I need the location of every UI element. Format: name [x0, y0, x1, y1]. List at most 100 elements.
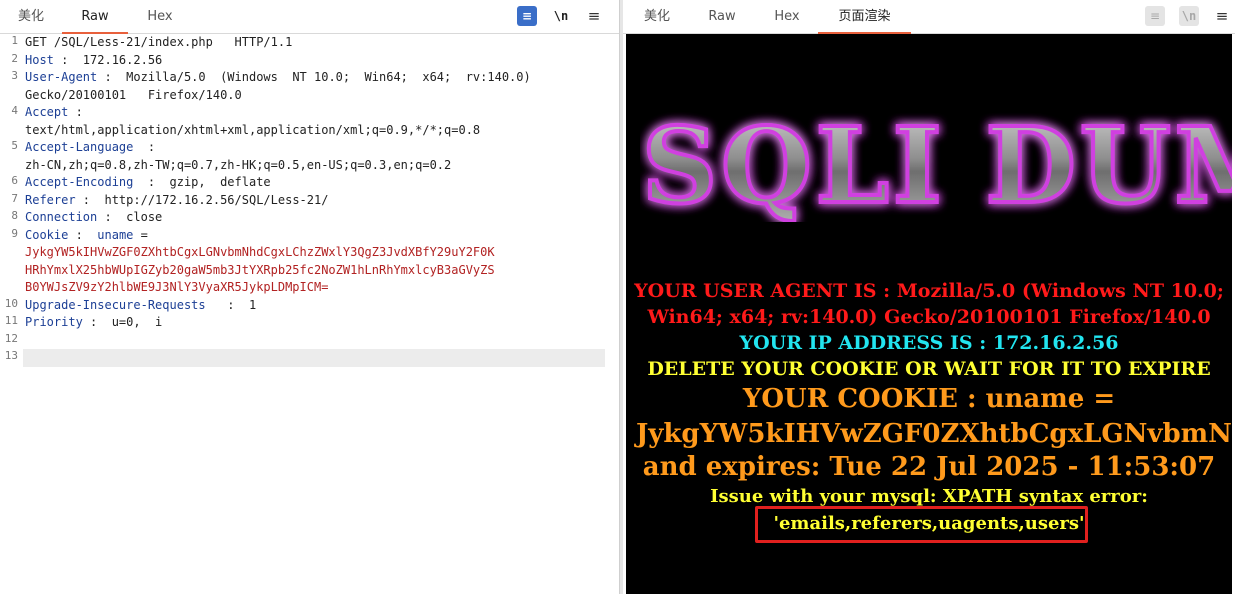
tab-hex[interactable]: Hex: [136, 0, 184, 33]
header-name: User-Agent: [25, 70, 98, 84]
request-line: 8 Connection : close: [0, 209, 619, 227]
request-line: 13: [0, 349, 619, 367]
line-number: 7: [11, 191, 18, 205]
user-agent-line-1: YOUR USER AGENT IS : Mozilla/5.0 (Window…: [634, 280, 1224, 302]
line-text: Priority : u=0, i: [25, 314, 619, 332]
line-number: 9: [11, 226, 18, 240]
header-value: : 1: [205, 297, 257, 312]
request-line: 2 Host : 172.16.2.56: [0, 52, 619, 70]
request-tab-bar: 美化 Raw Hex ≡ \n ≡: [0, 0, 619, 34]
tab-render[interactable]: 页面渲染: [818, 0, 911, 34]
user-agent-line-2: Win64; x64; rv:140.0) Gecko/20100101 Fir…: [647, 306, 1211, 328]
line-number: 5: [11, 139, 18, 152]
line-text: Cookie : uname =: [25, 227, 619, 245]
line-number: 10: [4, 296, 18, 310]
line-number: 6: [11, 174, 18, 187]
line-text: Connection : close: [25, 209, 619, 227]
request-line: 5 Accept-Language :: [0, 139, 619, 157]
header-value: GET /SQL/Less-21/index.php HTTP/1.1: [25, 35, 293, 49]
request-line: 3 User-Agent : Mozilla/5.0 (Windows NT 10…: [0, 69, 619, 87]
header-name: Connection: [25, 210, 98, 224]
tab-raw[interactable]: Raw: [700, 0, 744, 33]
request-pane: 美化 Raw Hex ≡ \n ≡ 1 GET /SQL/Less-21/inde…: [0, 0, 619, 594]
ip-address-line: YOUR IP ADDRESS IS : 172.16.2.56: [739, 332, 1119, 354]
header-value: : 172.16.2.56: [53, 52, 163, 67]
line-number: 11: [4, 314, 18, 327]
sqli-banner-image: SQLI DUMB SERIES: [640, 102, 1232, 222]
line-number: 2: [11, 51, 18, 65]
line-text: Accept :: [25, 104, 619, 122]
header-name: Accept-Encoding: [25, 175, 134, 189]
cookie-equals: =: [133, 227, 148, 242]
response-pane: 美化 Raw Hex 页面渲染 ≡ \n ≡ SQLI DUMB SERIES: [623, 0, 1235, 594]
highlight-box: [755, 506, 1088, 543]
line-text: Accept-Language :: [25, 139, 619, 157]
cookie-line: YOUR COOKIE : uname =: [742, 384, 1116, 414]
rendered-page: SQLI DUMB SERIES YOUR USER AGENT IS : Mo…: [626, 34, 1232, 594]
line-text: B0YWJsZV9zY2hlbWE9J3NlY3VyaXR5JykpLDMpIC…: [25, 279, 619, 297]
tab-hex[interactable]: Hex: [765, 0, 809, 33]
cookie-value-text: B0YWJsZV9zY2hlbWE9J3NlY3VyaXR5JykpLDMpIC…: [25, 280, 329, 294]
menu-icon[interactable]: ≡: [1212, 6, 1232, 26]
header-name: Host: [25, 52, 54, 67]
cookie-value: JykgYW5kIHVwZGF0ZXhtbCgxLGNvbmNhdCgxLChz…: [636, 419, 1232, 449]
request-line: JykgYW5kIHVwZGF0ZXhtbCgxLGNvbmNhdCgxLChz…: [0, 244, 619, 262]
tab-pretty[interactable]: 美化: [635, 0, 679, 33]
request-line: Gecko/20100101 Firefox/140.0: [0, 87, 619, 105]
raw-request-editor[interactable]: 1 GET /SQL/Less-21/index.php HTTP/1.1 2 Hos…: [0, 34, 619, 594]
line-number: 8: [11, 209, 18, 222]
tab-pretty[interactable]: 美化: [8, 0, 54, 33]
request-line: HRhYmxlX25hbWUpIGZyb20gaW5mb3JtYXRpb25fc…: [0, 262, 619, 280]
line-text: Accept-Encoding : gzip, deflate: [25, 174, 619, 192]
request-line: 4 Accept :: [0, 104, 619, 122]
delete-cookie-notice: DELETE YOUR COOKIE OR WAIT FOR IT TO EXP…: [647, 358, 1211, 380]
request-line: 12: [0, 332, 619, 350]
line-number: 1: [11, 34, 18, 47]
line-number: 3: [11, 69, 18, 82]
line-text: Upgrade-Insecure-Requests : 1: [25, 297, 619, 315]
request-line: 7 Referer : http://172.16.2.56/SQL/Less-2…: [0, 192, 619, 210]
word-wrap-icon[interactable]: ≡: [517, 6, 537, 26]
request-line: 9 Cookie : uname =: [0, 227, 619, 245]
header-name: Accept: [25, 105, 69, 119]
banner-text: SQLI DUMB SERIES: [642, 104, 1232, 222]
line-text: HRhYmxlX25hbWUpIGZyb20gaW5mb3JtYXRpb25fc…: [25, 262, 619, 280]
tab-raw[interactable]: Raw: [62, 0, 128, 34]
cookie-value-text: JykgYW5kIHVwZGF0ZXhtbCgxLGNvbmNhdCgxLChz…: [25, 245, 495, 259]
header-name: Priority: [25, 315, 83, 329]
header-value: : Mozilla/5.0 (Windows NT 10.0; Win64; x…: [97, 70, 531, 84]
expires-line: and expires: Tue 22 Jul 2025 - 11:53:07: [642, 452, 1216, 482]
line-number: 4: [11, 104, 18, 117]
line-text: GET /SQL/Less-21/index.php HTTP/1.1: [25, 34, 619, 52]
show-newlines-icon[interactable]: \n: [551, 6, 571, 26]
menu-icon[interactable]: ≡: [584, 6, 604, 26]
line-text: Host : 172.16.2.56: [25, 52, 619, 70]
header-value: zh-CN,zh;q=0.8,zh-TW;q=0.7,zh-HK;q=0.5,e…: [25, 157, 452, 172]
line-text: Referer : http://172.16.2.56/SQL/Less-21…: [25, 192, 619, 210]
line-number: 13: [4, 349, 18, 362]
request-line: text/html,application/xhtml+xml,applicat…: [0, 122, 619, 140]
header-value: :: [133, 140, 156, 154]
header-value: :: [68, 105, 83, 119]
header-value: : u=0, i: [82, 315, 163, 329]
line-text: [25, 332, 619, 350]
cookie-value-text: HRhYmxlX25hbWUpIGZyb20gaW5mb3JtYXRpb25fc…: [25, 262, 495, 277]
request-line: zh-CN,zh;q=0.8,zh-TW;q=0.7,zh-HK;q=0.5,e…: [0, 157, 619, 175]
line-text: User-Agent : Mozilla/5.0 (Windows NT 10.…: [25, 69, 619, 87]
line-text: zh-CN,zh;q=0.8,zh-TW;q=0.7,zh-HK;q=0.5,e…: [25, 157, 619, 175]
header-name: Upgrade-Insecure-Requests: [25, 297, 206, 312]
cookie-name: uname: [97, 227, 134, 242]
header-value: Gecko/20100101 Firefox/140.0: [25, 87, 242, 102]
header-value: : gzip, deflate: [133, 175, 271, 189]
line-text: Gecko/20100101 Firefox/140.0: [25, 87, 619, 105]
response-tab-bar: 美化 Raw Hex 页面渲染 ≡ \n ≡: [623, 0, 1235, 34]
word-wrap-icon: ≡: [1145, 6, 1165, 26]
request-line: B0YWJsZV9zY2hlbWE9J3NlY3VyaXR5JykpLDMpIC…: [0, 279, 619, 297]
mysql-error-line: Issue with your mysql: XPATH syntax erro…: [710, 486, 1148, 507]
header-value: :: [68, 227, 98, 242]
line-text: text/html,application/xhtml+xml,applicat…: [25, 122, 619, 140]
header-name: Referer: [25, 192, 76, 207]
line-number: 12: [4, 331, 18, 345]
header-name: Cookie: [25, 227, 69, 242]
header-value: : close: [97, 210, 163, 224]
